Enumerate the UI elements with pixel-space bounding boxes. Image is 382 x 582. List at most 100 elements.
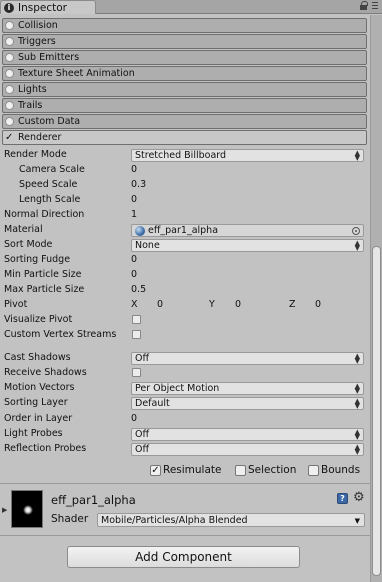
cast-shadows-dropdown[interactable]: Off ▲ ▼ [131, 352, 364, 365]
menu-icon[interactable] [372, 1, 378, 10]
chevron-down-icon: ▼ [354, 517, 360, 525]
module-toggle-triggers[interactable] [5, 37, 14, 46]
row-sorting-fudge: Sorting Fudge 0 [0, 253, 368, 268]
visualize-pivot-label: Visualize Pivot [4, 314, 73, 325]
module-header-lights[interactable]: Lights [2, 82, 367, 97]
pivot-z-label: Z [289, 299, 296, 310]
max-particle-size-label: Max Particle Size [4, 284, 85, 295]
row-pivot: Pivot X 0 Y 0 Z 0 [0, 298, 368, 313]
render-mode-value: Stretched Billboard [135, 150, 227, 161]
speed-scale-field[interactable]: 0.3 [131, 179, 146, 192]
module-label-lights: Lights [18, 84, 47, 95]
module-header-collision[interactable]: Collision [2, 18, 367, 33]
normal-direction-field[interactable]: 1 [131, 209, 137, 222]
max-particle-size-field[interactable]: 0.5 [131, 284, 146, 297]
row-sorting-layer: Sorting Layer Default ▲ ▼ [0, 396, 368, 411]
scrollbar-thumb[interactable] [372, 246, 381, 576]
tab-inspector-label: Inspector [18, 1, 67, 14]
camera-scale-field[interactable]: 0 [131, 164, 137, 177]
pivot-x-field[interactable]: 0 [157, 299, 163, 310]
reflection-probes-dropdown[interactable]: Off ▲ ▼ [131, 443, 364, 456]
receive-shadows-label: Receive Shadows [4, 367, 87, 378]
bounds-checkbox[interactable] [308, 464, 319, 476]
resimulate-checkbox[interactable]: ✓ [150, 464, 161, 476]
cast-shadows-value: Off [135, 353, 150, 364]
min-particle-size-label: Min Particle Size [4, 269, 82, 280]
row-camera-scale: Camera Scale 0 [0, 163, 368, 178]
material-sphere-icon [135, 226, 145, 236]
sorting-layer-label: Sorting Layer [4, 397, 68, 408]
speed-scale-label: Speed Scale [19, 179, 78, 190]
material-object-field[interactable]: eff_par1_alpha [131, 224, 364, 237]
visualize-pivot-checkbox[interactable] [132, 315, 141, 324]
module-toggle-lights[interactable] [5, 85, 14, 94]
reflection-probes-value: Off [135, 444, 150, 455]
module-toggle-custom-data[interactable] [5, 117, 14, 126]
bounds-label: Bounds [321, 464, 361, 476]
module-toggle-texture-sheet-animation[interactable] [5, 69, 14, 78]
module-header-triggers[interactable]: Triggers [2, 34, 367, 49]
module-toggle-trails[interactable] [5, 101, 14, 110]
light-probes-value: Off [135, 429, 150, 440]
row-sort-mode: Sort Mode None ▲ ▼ [0, 238, 368, 253]
module-toggle-collision[interactable] [5, 21, 14, 30]
sort-mode-label: Sort Mode [4, 239, 53, 250]
updown-arrows-icon: ▲ ▼ [354, 428, 360, 441]
pivot-z-field[interactable]: 0 [315, 299, 321, 310]
min-particle-size-field[interactable]: 0 [131, 269, 137, 282]
checkmark-icon[interactable]: ✓ [5, 133, 14, 143]
order-in-layer-field[interactable]: 0 [131, 413, 137, 426]
row-order-in-layer: Order in Layer 0 [0, 412, 368, 427]
sort-mode-value: None [135, 240, 160, 251]
bounds-toggle[interactable]: Bounds [308, 464, 360, 476]
lock-icon[interactable] [360, 1, 368, 10]
motion-vectors-dropdown[interactable]: Per Object Motion ▲ ▼ [131, 382, 364, 395]
row-reflection-probes: Reflection Probes Off ▲ ▼ [0, 442, 368, 457]
row-material: Material eff_par1_alpha [0, 223, 368, 238]
simulation-toggles: ✓ Resimulate Selection Bounds [0, 461, 368, 481]
module-header-trails[interactable]: Trails [2, 98, 367, 113]
pivot-x-label: X [131, 299, 138, 310]
module-header-custom-data[interactable]: Custom Data [2, 114, 367, 129]
selection-toggle[interactable]: Selection [235, 464, 296, 476]
length-scale-label: Length Scale [19, 194, 81, 205]
row-motion-vectors: Motion Vectors Per Object Motion ▲ ▼ [0, 381, 368, 396]
light-probes-dropdown[interactable]: Off ▲ ▼ [131, 428, 364, 441]
shader-dropdown[interactable]: Mobile/Particles/Alpha Blended ▼ [97, 513, 365, 527]
render-mode-label: Render Mode [4, 149, 67, 160]
row-length-scale: Length Scale 0 [0, 193, 368, 208]
gear-icon[interactable]: ⚙ [353, 490, 365, 505]
module-header-texture-sheet-animation[interactable]: Texture Sheet Animation [2, 66, 367, 81]
row-normal-direction: Normal Direction 1 [0, 208, 368, 223]
module-header-sub-emitters[interactable]: Sub Emitters [2, 50, 367, 65]
receive-shadows-checkbox[interactable] [132, 368, 141, 377]
pivot-y-field[interactable]: 0 [235, 299, 241, 310]
length-scale-field[interactable]: 0 [131, 194, 137, 207]
help-icon[interactable]: ? [337, 493, 348, 504]
camera-scale-label: Camera Scale [19, 164, 85, 175]
foldout-arrow-icon[interactable]: ▶ [2, 506, 7, 514]
add-component-button[interactable]: Add Component [67, 546, 300, 568]
sort-mode-dropdown[interactable]: None ▲ ▼ [131, 239, 364, 252]
selection-checkbox[interactable] [235, 464, 246, 476]
module-label-sub-emitters: Sub Emitters [18, 52, 80, 63]
selection-label: Selection [248, 464, 297, 476]
updown-arrows-icon: ▲ ▼ [354, 397, 360, 410]
resimulate-toggle[interactable]: ✓ Resimulate [150, 464, 221, 476]
sorting-fudge-label: Sorting Fudge [4, 254, 71, 265]
material-name: eff_par1_alpha [51, 493, 136, 507]
module-toggle-sub-emitters[interactable] [5, 53, 14, 62]
updown-arrows-icon: ▲ ▼ [354, 149, 360, 162]
custom-vertex-streams-checkbox[interactable] [132, 330, 141, 339]
module-label-triggers: Triggers [18, 36, 56, 47]
module-header-renderer[interactable]: ✓ Renderer [2, 130, 367, 145]
tab-inspector[interactable]: i Inspector [0, 0, 96, 14]
sorting-layer-dropdown[interactable]: Default ▲ ▼ [131, 397, 364, 410]
sorting-fudge-field[interactable]: 0 [131, 254, 137, 267]
cast-shadows-label: Cast Shadows [4, 352, 71, 363]
object-picker-icon[interactable] [352, 227, 360, 235]
divider [0, 483, 370, 484]
resimulate-label: Resimulate [163, 464, 222, 476]
render-mode-dropdown[interactable]: Stretched Billboard ▲ ▼ [131, 149, 364, 162]
module-label-texture-sheet-animation: Texture Sheet Animation [18, 68, 135, 79]
